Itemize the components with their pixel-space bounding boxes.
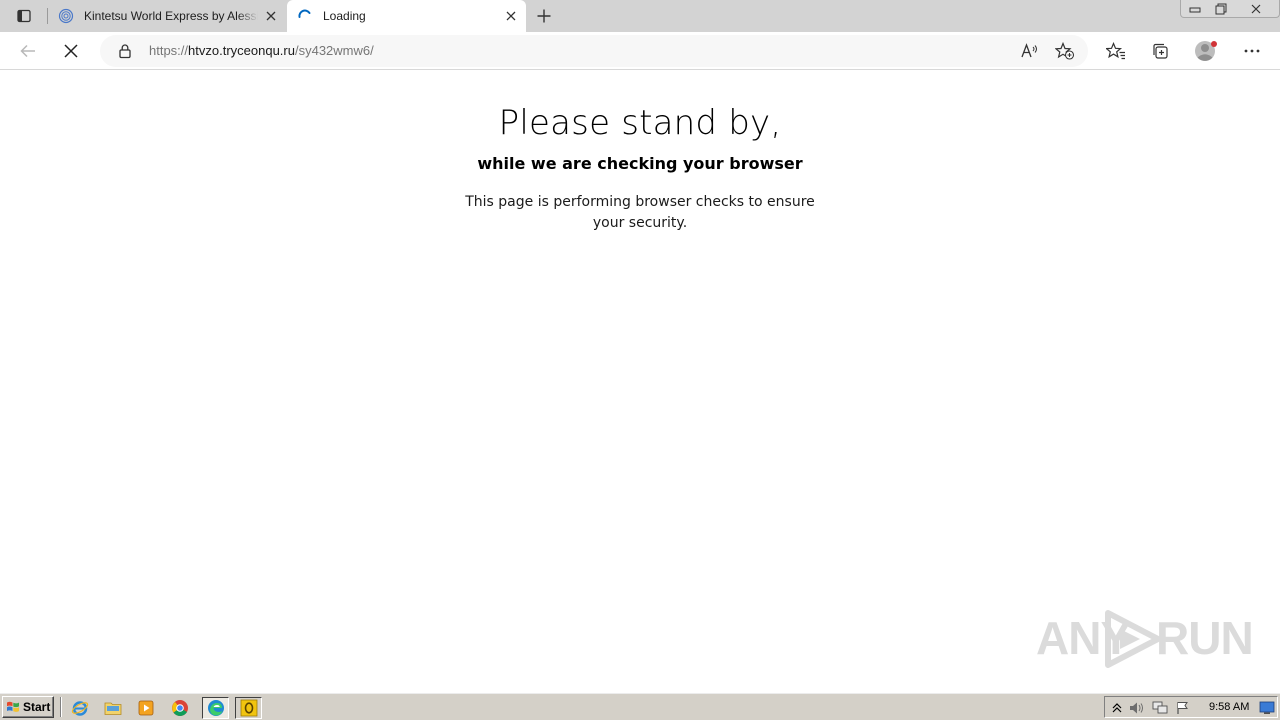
tab-actions-button[interactable] <box>10 5 38 27</box>
watermark-right-text: RUN <box>1156 612 1254 664</box>
restore-button[interactable] <box>1208 0 1234 18</box>
star-add-icon <box>1055 42 1075 60</box>
media-player-icon <box>138 700 154 716</box>
plus-icon <box>537 9 551 23</box>
volume-button[interactable] <box>1129 700 1145 716</box>
taskbar-clock[interactable]: 9:58 AM <box>1209 701 1249 713</box>
tab-close-button[interactable] <box>264 9 278 23</box>
globe-icon <box>58 8 74 24</box>
page-subheading: while we are checking your browser <box>477 154 803 173</box>
tab-kintetsu[interactable]: Kintetsu World Express by Alessia <box>50 0 286 32</box>
minimize-button[interactable] <box>1182 0 1208 18</box>
page-body-text: This page is performing browser checks t… <box>465 194 815 231</box>
close-window-button[interactable] <box>1234 0 1278 18</box>
restore-icon <box>1215 3 1227 15</box>
settings-and-more-button[interactable] <box>1238 37 1266 65</box>
page-headline: Please stand by, <box>498 103 782 143</box>
close-icon <box>1251 4 1261 14</box>
lock-icon[interactable] <box>117 43 133 59</box>
avatar-icon <box>1195 41 1217 61</box>
anyrun-watermark: ANY RUN <box>1036 607 1254 671</box>
show-desktop-icon <box>1259 701 1275 714</box>
tab-title: Kintetsu World Express by Alessia <box>84 9 258 23</box>
collections-icon <box>1153 43 1168 59</box>
speaker-icon <box>1130 702 1143 714</box>
edge-icon <box>207 700 224 716</box>
outlook-button[interactable] <box>235 697 262 719</box>
url-path: /sy432wmw6/ <box>294 43 374 58</box>
show-hidden-icons-button[interactable] <box>1109 700 1125 716</box>
system-tray: 9:58 AM <box>1104 696 1278 718</box>
start-label: Start <box>23 700 51 714</box>
arrow-left-icon <box>20 44 35 58</box>
close-icon <box>506 11 516 21</box>
tab-close-button[interactable] <box>504 9 518 23</box>
read-aloud-button[interactable] <box>1016 37 1044 65</box>
media-player-button[interactable] <box>135 697 157 719</box>
browser-toolbar: https://htvzo.tryceonqu.ru/sy432wmw6/ <box>0 32 1280 70</box>
read-aloud-icon <box>1021 43 1037 58</box>
favorites-icon <box>1106 42 1125 60</box>
favorites-button[interactable] <box>1102 37 1130 65</box>
flag-icon <box>1177 702 1188 714</box>
tab-strip: Kintetsu World Express by Alessia Loadin… <box>0 0 1280 32</box>
close-icon <box>266 11 276 21</box>
windows-flag-icon <box>7 701 19 712</box>
network-icon <box>1152 701 1168 714</box>
loading-spinner-icon <box>298 9 311 18</box>
add-favorite-button[interactable] <box>1051 37 1079 65</box>
back-button[interactable] <box>14 37 42 65</box>
internet-explorer-button[interactable] <box>69 697 91 719</box>
url-text[interactable]: https://htvzo.tryceonqu.ru/sy432wmw6/ <box>149 43 374 58</box>
url-scheme: https:// <box>149 43 189 58</box>
tab-separator <box>47 8 48 24</box>
action-center-button[interactable] <box>1175 700 1191 716</box>
quick-launch-separator <box>60 697 62 717</box>
chrome-icon <box>172 700 188 716</box>
stop-loading-button[interactable] <box>57 37 85 65</box>
tab-title: Loading <box>323 9 366 23</box>
start-button[interactable]: Start <box>2 696 54 718</box>
profile-button[interactable] <box>1192 37 1220 65</box>
address-bar[interactable]: https://htvzo.tryceonqu.ru/sy432wmw6/ <box>100 35 1088 67</box>
page-content: Please stand by, while we are checking y… <box>0 71 1280 692</box>
folder-icon <box>104 702 122 715</box>
network-button[interactable] <box>1152 700 1168 716</box>
chevron-up-icon <box>1112 703 1122 713</box>
outlook-icon <box>240 699 257 717</box>
show-desktop-button[interactable] <box>1259 700 1275 716</box>
internet-explorer-icon <box>71 701 89 716</box>
collections-button[interactable] <box>1146 37 1174 65</box>
edge-button[interactable] <box>202 697 229 719</box>
url-host: htvzo.tryceonqu.ru <box>188 43 295 58</box>
more-horizontal-icon <box>1244 49 1260 53</box>
close-icon <box>64 44 78 58</box>
taskbar: Start 9:58 AM <box>0 692 1280 720</box>
tab-loading[interactable]: Loading <box>287 0 526 32</box>
new-tab-button[interactable] <box>532 4 556 28</box>
explorer-button[interactable] <box>102 697 124 719</box>
chrome-button[interactable] <box>169 697 191 719</box>
minimize-icon <box>1189 7 1201 13</box>
tab-actions-icon <box>17 9 31 23</box>
